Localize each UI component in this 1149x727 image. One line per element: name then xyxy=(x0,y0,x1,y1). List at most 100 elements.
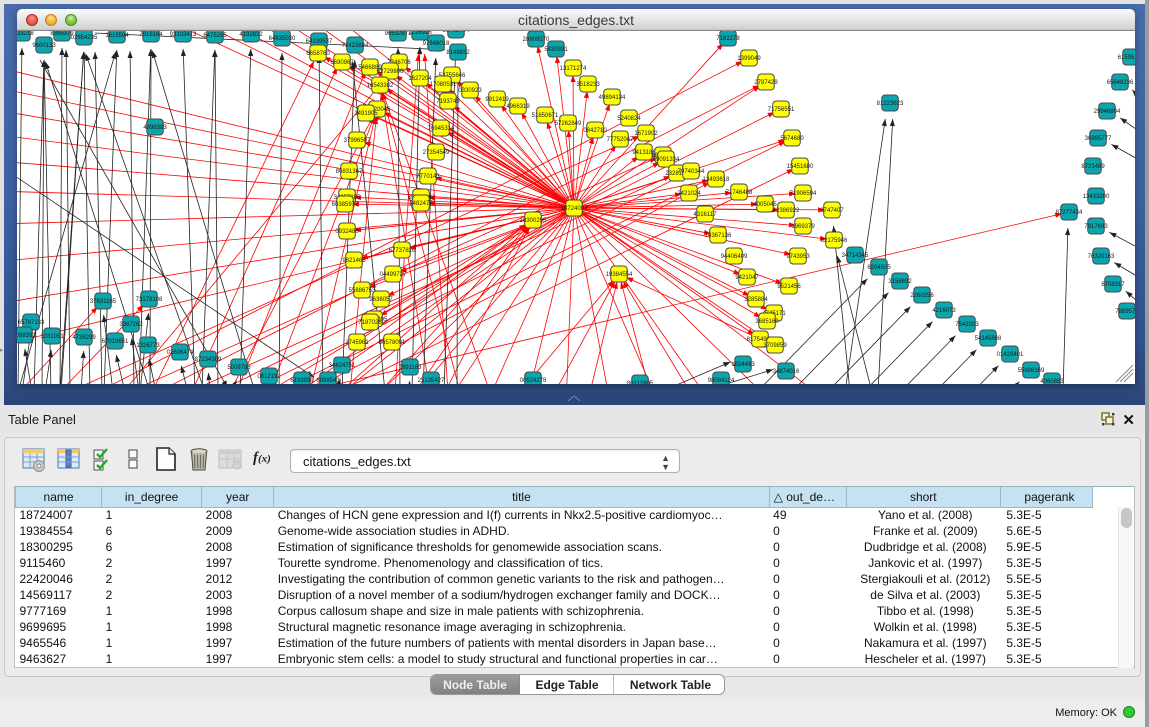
svg-text:04499727: 04499727 xyxy=(380,272,407,278)
svg-text:65648236: 65648236 xyxy=(1107,80,1134,86)
svg-text:9743953: 9743953 xyxy=(786,254,810,260)
svg-text:34624751: 34624751 xyxy=(329,363,356,369)
svg-text:6658760: 6658760 xyxy=(306,51,330,57)
svg-text:81223623: 81223623 xyxy=(877,101,904,107)
svg-text:77752047: 77752047 xyxy=(607,137,634,143)
svg-text:80831367: 80831367 xyxy=(336,169,363,175)
svg-text:97848018: 97848018 xyxy=(423,41,450,47)
svg-text:16543382: 16543382 xyxy=(367,83,394,89)
svg-text:1824493: 1824493 xyxy=(731,362,755,368)
svg-text:27354549: 27354549 xyxy=(423,150,450,156)
svg-text:02654235: 02654235 xyxy=(71,35,98,41)
svg-text:67737826: 67737826 xyxy=(389,248,416,254)
svg-text:4216073: 4216073 xyxy=(932,308,956,314)
svg-text:99091334: 99091334 xyxy=(653,157,680,163)
svg-text:00524278: 00524278 xyxy=(520,378,547,384)
svg-text:1491905: 1491905 xyxy=(354,111,378,117)
svg-text:54145868: 54145868 xyxy=(975,336,1002,342)
svg-text:5240824: 5240824 xyxy=(617,116,641,122)
svg-text:02606474: 02606474 xyxy=(167,350,194,356)
svg-text:71756551: 71756551 xyxy=(768,107,795,113)
svg-text:1031051: 1031051 xyxy=(40,334,64,340)
svg-text:65787133: 65787133 xyxy=(18,320,45,326)
svg-text:67010651: 67010651 xyxy=(102,339,129,345)
svg-text:60385977: 60385977 xyxy=(332,202,359,208)
svg-text:4896383: 4896383 xyxy=(143,125,167,131)
svg-text:29946804: 29946804 xyxy=(1094,109,1121,115)
svg-text:3387262: 3387262 xyxy=(119,322,143,328)
svg-text:5430391: 5430391 xyxy=(544,47,568,53)
svg-text:7917693: 7917693 xyxy=(1084,224,1108,230)
svg-text:3482477: 3482477 xyxy=(409,201,433,207)
svg-text:0812191: 0812191 xyxy=(257,374,281,380)
svg-text:7889579: 7889579 xyxy=(1115,309,1135,315)
svg-text:80112805: 80112805 xyxy=(627,381,654,384)
svg-text:76320163: 76320163 xyxy=(1088,254,1115,260)
svg-text:51850671: 51850671 xyxy=(532,113,559,119)
svg-text:7770143: 7770143 xyxy=(416,174,440,180)
svg-text:8708317: 8708317 xyxy=(1101,282,1125,288)
svg-text:25135427: 25135427 xyxy=(418,378,445,384)
svg-text:9636057: 9636057 xyxy=(369,297,393,303)
svg-text:36995777: 36995777 xyxy=(1085,136,1112,142)
svg-text:62386922: 62386922 xyxy=(773,208,800,214)
svg-text:4060883: 4060883 xyxy=(1040,379,1064,384)
svg-text:3158692: 3158692 xyxy=(888,279,912,285)
svg-text:3518233: 3518233 xyxy=(576,82,600,88)
svg-text:8148932: 8148932 xyxy=(446,50,470,56)
svg-text:13433200: 13433200 xyxy=(1083,194,1110,200)
svg-text:7543303: 7543303 xyxy=(955,322,979,328)
svg-text:71906594: 71906594 xyxy=(790,191,817,197)
svg-text:18300295: 18300295 xyxy=(520,218,547,224)
svg-text:87277434: 87277434 xyxy=(1056,210,1083,216)
svg-text:72423884: 72423884 xyxy=(342,43,369,49)
svg-text:71746488: 71746488 xyxy=(726,190,753,196)
svg-text:18724007: 18724007 xyxy=(561,206,588,212)
svg-text:28809570: 28809570 xyxy=(523,37,550,43)
svg-text:51462704: 51462704 xyxy=(443,31,470,34)
svg-text:3747407: 3747407 xyxy=(820,208,844,214)
svg-text:61595148: 61595148 xyxy=(1118,55,1135,61)
svg-text:1399049: 1399049 xyxy=(737,56,761,62)
svg-text:4316117: 4316117 xyxy=(694,212,718,218)
svg-text:13493618: 13493618 xyxy=(703,177,730,183)
svg-text:9421047: 9421047 xyxy=(735,275,759,281)
svg-text:01429401: 01429401 xyxy=(997,352,1024,358)
svg-text:4192832: 4192832 xyxy=(239,32,263,38)
svg-text:2260256: 2260256 xyxy=(910,293,934,299)
svg-text:7193745: 7193745 xyxy=(436,99,460,105)
svg-text:6475255: 6475255 xyxy=(203,33,227,39)
svg-text:0932480: 0932480 xyxy=(335,229,359,235)
svg-text:1671902: 1671902 xyxy=(634,131,658,137)
svg-text:98084124: 98084124 xyxy=(708,378,735,384)
svg-text:7816184: 7816184 xyxy=(139,32,163,38)
svg-text:1745961: 1745961 xyxy=(345,340,369,346)
svg-text:1326773: 1326773 xyxy=(136,343,160,349)
svg-text:7991183: 7991183 xyxy=(399,365,423,371)
svg-text:2787429: 2787429 xyxy=(754,80,778,86)
svg-text:93103413: 93103413 xyxy=(170,32,197,38)
svg-text:79740344: 79740344 xyxy=(678,169,705,175)
svg-text:3709859: 3709859 xyxy=(763,343,787,349)
svg-text:15451680: 15451680 xyxy=(787,164,814,170)
svg-text:37631165: 37631165 xyxy=(90,299,117,305)
svg-text:8721489: 8721489 xyxy=(1081,164,1105,170)
svg-text:9912419: 9912419 xyxy=(485,97,509,103)
svg-text:5674680: 5674680 xyxy=(780,136,804,142)
svg-text:6690967: 6690967 xyxy=(330,60,354,66)
svg-text:5009788: 5009788 xyxy=(227,365,251,371)
svg-text:6204505: 6204505 xyxy=(867,265,891,271)
svg-text:0330923: 0330923 xyxy=(458,88,482,94)
svg-text:6998543: 6998543 xyxy=(316,378,340,384)
svg-text:74367136: 74367136 xyxy=(705,233,732,239)
svg-text:87234309: 87234309 xyxy=(195,357,222,363)
svg-text:64835030: 64835030 xyxy=(269,36,296,42)
svg-text:55698169: 55698169 xyxy=(1018,368,1045,374)
svg-text:9600133: 9600133 xyxy=(32,43,56,49)
svg-text:86578091: 86578091 xyxy=(379,340,406,346)
svg-text:34714345: 34714345 xyxy=(842,253,869,259)
svg-text:34874016: 34874016 xyxy=(773,369,800,375)
svg-text:19384554: 19384554 xyxy=(606,272,633,278)
svg-text:7182278: 7182278 xyxy=(716,36,740,42)
svg-text:76945314: 76945314 xyxy=(428,126,455,132)
